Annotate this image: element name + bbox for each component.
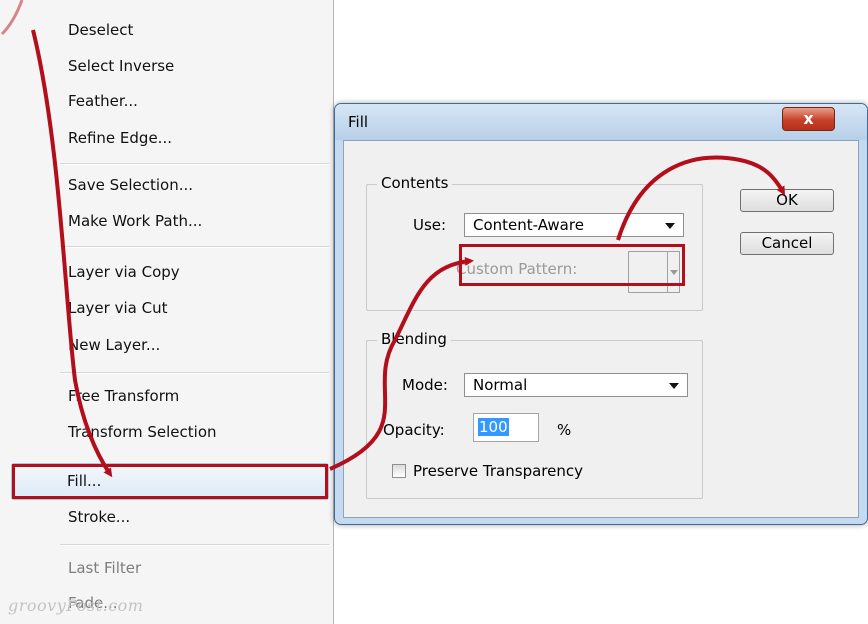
close-icon[interactable]: x [782,107,835,131]
dialog-title: Fill [348,113,369,131]
menu-item-last-filter: Last Filter [68,559,142,577]
opacity-input[interactable]: 100 [473,413,539,442]
blending-group-title: Blending [377,330,451,348]
fill-highlight-annotation [12,464,328,499]
fill-dialog: Fill x Contents Use: Content-Aware Custo… [334,103,868,525]
opacity-value: 100 [478,418,509,436]
menu-separator [60,246,329,248]
menu-item-stroke[interactable]: Stroke... [13,501,329,534]
use-select-value: Content-Aware [473,216,584,234]
mode-label: Mode: [402,376,448,394]
contents-group-title: Contents [377,174,453,192]
opacity-label: Opacity: [383,421,445,439]
dialog-titlebar[interactable]: Fill x [335,104,867,140]
chevron-down-icon [669,383,679,389]
preserve-transparency-label[interactable]: Preserve Transparency [413,462,583,480]
watermark: groovyPost.com [8,596,144,615]
menu-item-feather[interactable]: Feather... [13,85,329,118]
menu-separator [60,372,329,374]
menu-item-new-layer[interactable]: New Layer... [13,329,329,362]
use-select[interactable]: Content-Aware [464,213,684,237]
menu-item-make-work-path[interactable]: Make Work Path... [13,205,329,238]
chevron-down-icon [665,223,675,229]
dialog-body: Contents Use: Content-Aware Custom Patte… [343,140,859,518]
context-menu: Deselect Select Inverse Feather... Refin… [0,0,334,624]
preserve-transparency-checkbox[interactable] [392,464,406,478]
menu-separator [60,544,329,546]
use-select-annotation [459,244,685,286]
menu-item-save-selection[interactable]: Save Selection... [13,169,329,202]
menu-separator [60,163,329,165]
menu-item-free-transform[interactable]: Free Transform [13,380,329,413]
menu-item-select-inverse[interactable]: Select Inverse [13,50,329,83]
menu-item-transform-selection[interactable]: Transform Selection [13,416,329,449]
mode-select-value: Normal [473,376,528,394]
mode-select[interactable]: Normal [464,373,688,397]
ok-button[interactable]: OK [740,189,834,212]
menu-item-refine-edge[interactable]: Refine Edge... [13,122,329,155]
cancel-button[interactable]: Cancel [740,232,834,255]
menu-item-layer-via-copy[interactable]: Layer via Copy [13,256,329,289]
menu-item-layer-via-cut[interactable]: Layer via Cut [13,292,329,325]
menu-item-deselect[interactable]: Deselect [13,14,329,47]
opacity-unit: % [557,421,572,439]
use-label: Use: [413,216,447,234]
